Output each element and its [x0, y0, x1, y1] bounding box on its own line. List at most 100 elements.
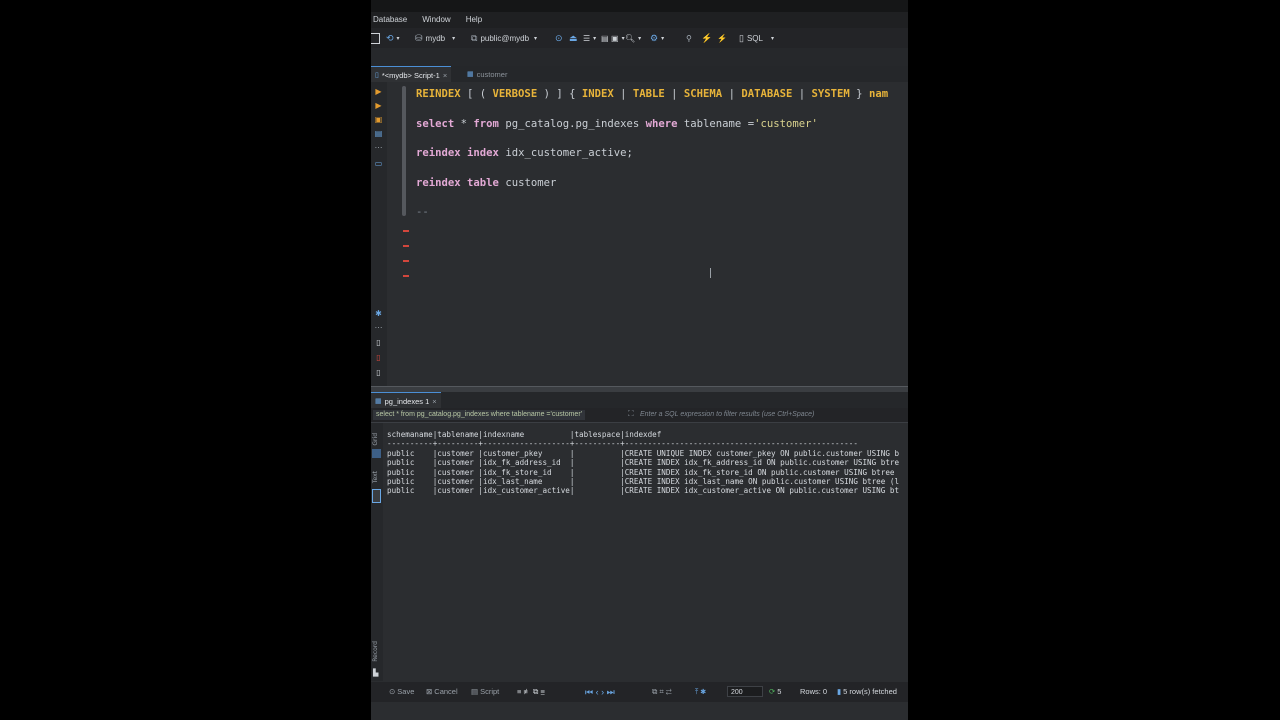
tab-pg-indexes-1[interactable]: ▦ pg_indexes 1 ×: [371, 392, 441, 409]
editor-tabs: ▯ *<mydb> Script-1 × ▦ customer: [371, 66, 908, 83]
refresh-button[interactable]: ⟳ 5: [769, 686, 781, 698]
code-token: index: [467, 147, 499, 159]
filter-input[interactable]: Enter a SQL expression to filter results…: [640, 410, 814, 420]
more-icon[interactable]: ⋯: [374, 323, 383, 332]
table-row[interactable]: public |customer |idx_fk_address_id | |C…: [387, 458, 899, 467]
chevron-down-icon: ▾: [534, 35, 538, 42]
results-status-bar: ⊙ Save ⊠ Cancel ▤ Script ≡ ≢ ⧉ ≣ ⏮ ‹ › ⏭…: [371, 682, 908, 702]
tab-customer[interactable]: ▦ customer: [463, 66, 511, 82]
list-icon[interactable]: ☰ ▾: [583, 32, 596, 44]
layout-icons[interactable]: ⧉ ⌗ ⇄: [652, 686, 672, 698]
save-icon: ⊙: [389, 687, 396, 696]
fetch-icons[interactable]: ⤒ ✱: [695, 686, 706, 698]
dbeaver-window: Database Window Help ⟲ ▾ ⛁ mydb ▾ ⧉ publi…: [371, 0, 908, 720]
panel-icon[interactable]: ▙: [373, 669, 378, 677]
code-token: 'customer': [754, 118, 818, 130]
menu-database[interactable]: Database: [373, 15, 407, 24]
save-button[interactable]: ⊙ Save: [389, 686, 414, 698]
new-file-icon[interactable]: ▯: [374, 338, 383, 347]
code-token: reindex: [416, 177, 461, 189]
connect-icon[interactable]: ⚡: [701, 32, 712, 44]
cancel-button[interactable]: ⊠ Cancel: [426, 686, 458, 698]
pin-icon[interactable]: ⚲: [686, 32, 692, 44]
results-separator[interactable]: ----------+---------+-------------------…: [387, 439, 899, 448]
close-icon[interactable]: ×: [443, 71, 447, 80]
edit-row-icons[interactable]: ≡ ≢ ⧉ ≣: [517, 686, 545, 698]
pagination-icons[interactable]: ⏮ ‹ › ⏭: [585, 686, 615, 698]
code-line[interactable]: select * from pg_catalog.pg_indexes wher…: [416, 116, 818, 132]
sql-editor-label: SQL: [746, 33, 763, 43]
execute-new-tab-icon[interactable]: ▶: [374, 101, 383, 110]
fetch-size-input[interactable]: 200: [727, 686, 763, 697]
toolbar-box-icon[interactable]: [371, 32, 380, 44]
code-line[interactable]: reindex index idx_customer_active;: [416, 145, 633, 161]
grid-icon[interactable]: [372, 449, 381, 458]
table-row[interactable]: public |customer |idx_customer_active| |…: [387, 486, 899, 495]
query-text: select * from pg_catalog.pg_indexes wher…: [373, 410, 585, 420]
mouse-cursor: [710, 268, 711, 278]
search-icon[interactable]: 🔍︎ ▾: [625, 32, 641, 44]
code-line[interactable]: reindex table customer: [416, 175, 556, 191]
settings-icon[interactable]: ✱: [374, 309, 383, 318]
commit-mode-icon[interactable]: ⏏: [569, 32, 578, 44]
grid-view-tab[interactable]: Grid: [372, 433, 379, 446]
code-token: SYSTEM: [811, 88, 850, 100]
sql-editor-button[interactable]: ▯ SQL ▾: [739, 32, 774, 44]
explain-plan-icon[interactable]: ▤: [374, 129, 383, 138]
active-query-marker: [402, 86, 406, 216]
code-token: |: [792, 88, 812, 100]
code-token: INDEX: [581, 88, 614, 100]
fetched-status: ▮ 5 row(s) fetched: [837, 686, 897, 698]
tab-script-1[interactable]: ▯ *<mydb> Script-1 ×: [371, 66, 452, 83]
tab-label: pg_indexes 1: [384, 396, 430, 406]
text-icon[interactable]: [372, 489, 381, 503]
open-file-icon[interactable]: ▯: [374, 368, 383, 377]
code-token: select: [416, 118, 455, 130]
history-icon[interactable]: ⟲ ▾: [386, 32, 400, 44]
disconnect-icon[interactable]: ⚡: [717, 32, 727, 44]
code-token: reindex: [416, 147, 461, 159]
menu-window[interactable]: Window: [422, 15, 450, 24]
code-token: [ (: [460, 88, 493, 100]
execute-script-icon[interactable]: ▣: [374, 115, 383, 124]
table-row[interactable]: public |customer |idx_fk_store_id | |CRE…: [387, 468, 899, 477]
script-button[interactable]: ▤ Script: [471, 686, 499, 698]
code-line[interactable]: REINDEX [ ( VERBOSE ) ] { INDEX | TABLE …: [416, 86, 888, 102]
code-token: |: [613, 88, 633, 100]
refresh-count: 5: [777, 687, 782, 696]
code-token: }: [849, 88, 869, 100]
results-header[interactable]: schemaname|tablename|indexname |tablespa…: [387, 430, 899, 439]
text-view-tab[interactable]: Text: [372, 471, 379, 483]
close-icon[interactable]: ×: [432, 397, 436, 406]
code-token: nam: [868, 88, 889, 100]
execute-statement-icon[interactable]: ▶: [374, 87, 383, 96]
record-view-tab[interactable]: Record: [372, 641, 379, 662]
script-label: Script: [480, 687, 500, 696]
script-icon: ▯: [375, 72, 379, 79]
code-token: from: [473, 118, 499, 130]
problem-marker: [403, 260, 409, 262]
main-toolbar: ⟲ ▾ ⛁ mydb ▾ ⧉ public@mydb ▾ ⊙ ⏏ ☰ ▾ ▤ ▣ ▾ …: [371, 28, 908, 48]
code-token: idx_customer_active;: [498, 147, 633, 159]
delete-file-icon[interactable]: ▯: [374, 353, 383, 362]
table-icon: ▦: [467, 71, 474, 78]
code-token: DATABASE: [741, 88, 793, 100]
schema-selector[interactable]: ⧉ public@mydb ▾: [471, 32, 537, 44]
code-token: ) ] {: [537, 88, 582, 100]
datasource-selector[interactable]: ⛁ mydb ▾: [415, 32, 455, 44]
menu-help[interactable]: Help: [466, 15, 482, 24]
terminal-icon[interactable]: ▭: [374, 159, 383, 168]
table-row[interactable]: public |customer |idx_last_name | |CREAT…: [387, 477, 899, 486]
sql-editor[interactable]: ▶ ▶ ▣ ▤ ⋯ ▭ ✱ ⋯ ▯ ▯ ▯ REINDEX [ ( VERBOS…: [371, 82, 908, 386]
folder-menu-icon[interactable]: ▣ ▾: [611, 32, 625, 44]
transaction-icon[interactable]: ⊙: [555, 32, 563, 44]
table-row[interactable]: public |customer |customer_pkey | |CREAT…: [387, 449, 899, 458]
results-text[interactable]: schemaname|tablename|indexname |tablespa…: [387, 430, 899, 496]
code-line[interactable]: --: [416, 204, 429, 220]
problem-marker: [403, 245, 409, 247]
more-icon[interactable]: ⋯: [374, 143, 383, 152]
code-token: |: [664, 88, 684, 100]
tools-icon[interactable]: ⚙ ▾: [650, 32, 664, 44]
cancel-label: Cancel: [434, 687, 458, 696]
folder-icon[interactable]: ▤: [601, 32, 609, 44]
